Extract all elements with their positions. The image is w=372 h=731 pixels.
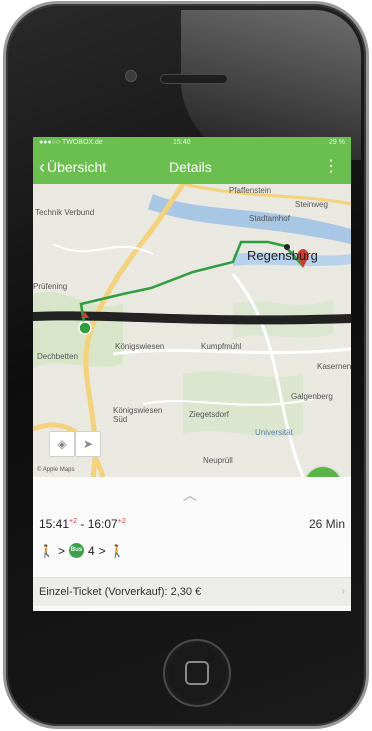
location-arrow-icon: ➤ — [82, 437, 94, 451]
map-layers-button[interactable]: ◈ — [49, 431, 75, 457]
map-label-koenigswiesen: Königswiesen — [115, 342, 165, 351]
journey-legs: 🚶 > Bus 4 > 🚶 — [39, 543, 125, 558]
chevron-right-icon: › — [341, 586, 345, 598]
front-camera — [125, 70, 137, 82]
map-label-dechbetten: Dechbetten — [37, 352, 78, 361]
leg-separator-icon: > — [98, 543, 106, 558]
map-label-steinweg: Steinweg — [295, 200, 328, 209]
home-square-icon — [185, 661, 209, 685]
map-label-technik: Technik Verbund — [35, 208, 95, 217]
back-label: Übersicht — [47, 159, 107, 175]
journey-duration: 26 Min — [308, 517, 345, 531]
home-button[interactable] — [163, 639, 231, 707]
map-label-stadtamhof: Stadtamhof — [249, 214, 290, 223]
app-screen: ●●●○○ TWOBOX.de 15:40 29 % ‹ Übersicht De… — [33, 137, 351, 611]
map-attribution: © Apple Maps — [37, 467, 75, 473]
map-label-prufening: Prüfening — [33, 282, 68, 291]
journey-times: 15:41+2 - 16:07+2 — [39, 517, 126, 531]
map-label-ziegetsdorf: Ziegetsdorf — [189, 410, 230, 419]
locate-button[interactable]: ➤ — [75, 431, 101, 457]
chevron-left-icon: ‹ — [39, 157, 45, 177]
map-label-neuprull: Neuprüll — [203, 456, 233, 465]
walk-icon: 🚶 — [39, 543, 54, 558]
carrier: ●●●○○ TWOBOX.de — [39, 139, 103, 146]
bus-line: 4 — [87, 543, 95, 558]
bus-icon: Bus — [68, 543, 84, 558]
ticket-row[interactable]: Einzel-Ticket (Vorverkauf): 2,30 € › — [33, 577, 351, 606]
navigation-bar: ‹ Übersicht Details ⋮ — [33, 148, 351, 184]
more-vertical-icon[interactable]: ⋮ — [323, 156, 339, 176]
route-map[interactable]: Technik Verbund Pfaffenstein Steinweg St… — [33, 184, 351, 477]
page-title: Details — [169, 159, 212, 175]
battery: 29 % — [329, 139, 345, 146]
map-label-galgenberg: Galgenberg — [291, 392, 333, 401]
map-label-kumpfmuhl: Kumpfmühl — [201, 342, 242, 351]
status-bar: ●●●○○ TWOBOX.de 15:40 29 % — [33, 137, 351, 148]
map-city-label: Regensburg — [247, 248, 318, 263]
arrival-delay: +2 — [117, 518, 126, 525]
walk-icon: 🚶 — [109, 543, 125, 558]
earpiece-speaker — [160, 74, 228, 84]
journey-panel: ︿ 15:41+2 - 16:07+2 26 Min 🚶 > Bus 4 > 🚶… — [33, 477, 351, 611]
departure-delay: +2 — [69, 518, 78, 525]
leg-separator-icon: > — [57, 543, 65, 558]
back-button[interactable]: ‹ Übersicht — [39, 157, 107, 177]
map-label-kasernen: Kasernen — [317, 362, 351, 371]
departure-time: 15:41 — [39, 517, 70, 531]
map-layers-icon: ◈ — [57, 437, 67, 451]
chevron-up-icon[interactable]: ︿ — [183, 485, 197, 505]
ticket-label: Einzel-Ticket (Vorverkauf): 2,30 € — [39, 586, 202, 598]
map-label-universitaet: Universität — [255, 428, 293, 437]
arrival-time: 16:07 — [87, 517, 118, 531]
map-label-pfaffenstein: Pfaffenstein — [229, 186, 272, 195]
map-label-koenigswiesen-sued: Königswiesen Süd — [113, 406, 163, 424]
status-time: 15:40 — [173, 139, 191, 146]
